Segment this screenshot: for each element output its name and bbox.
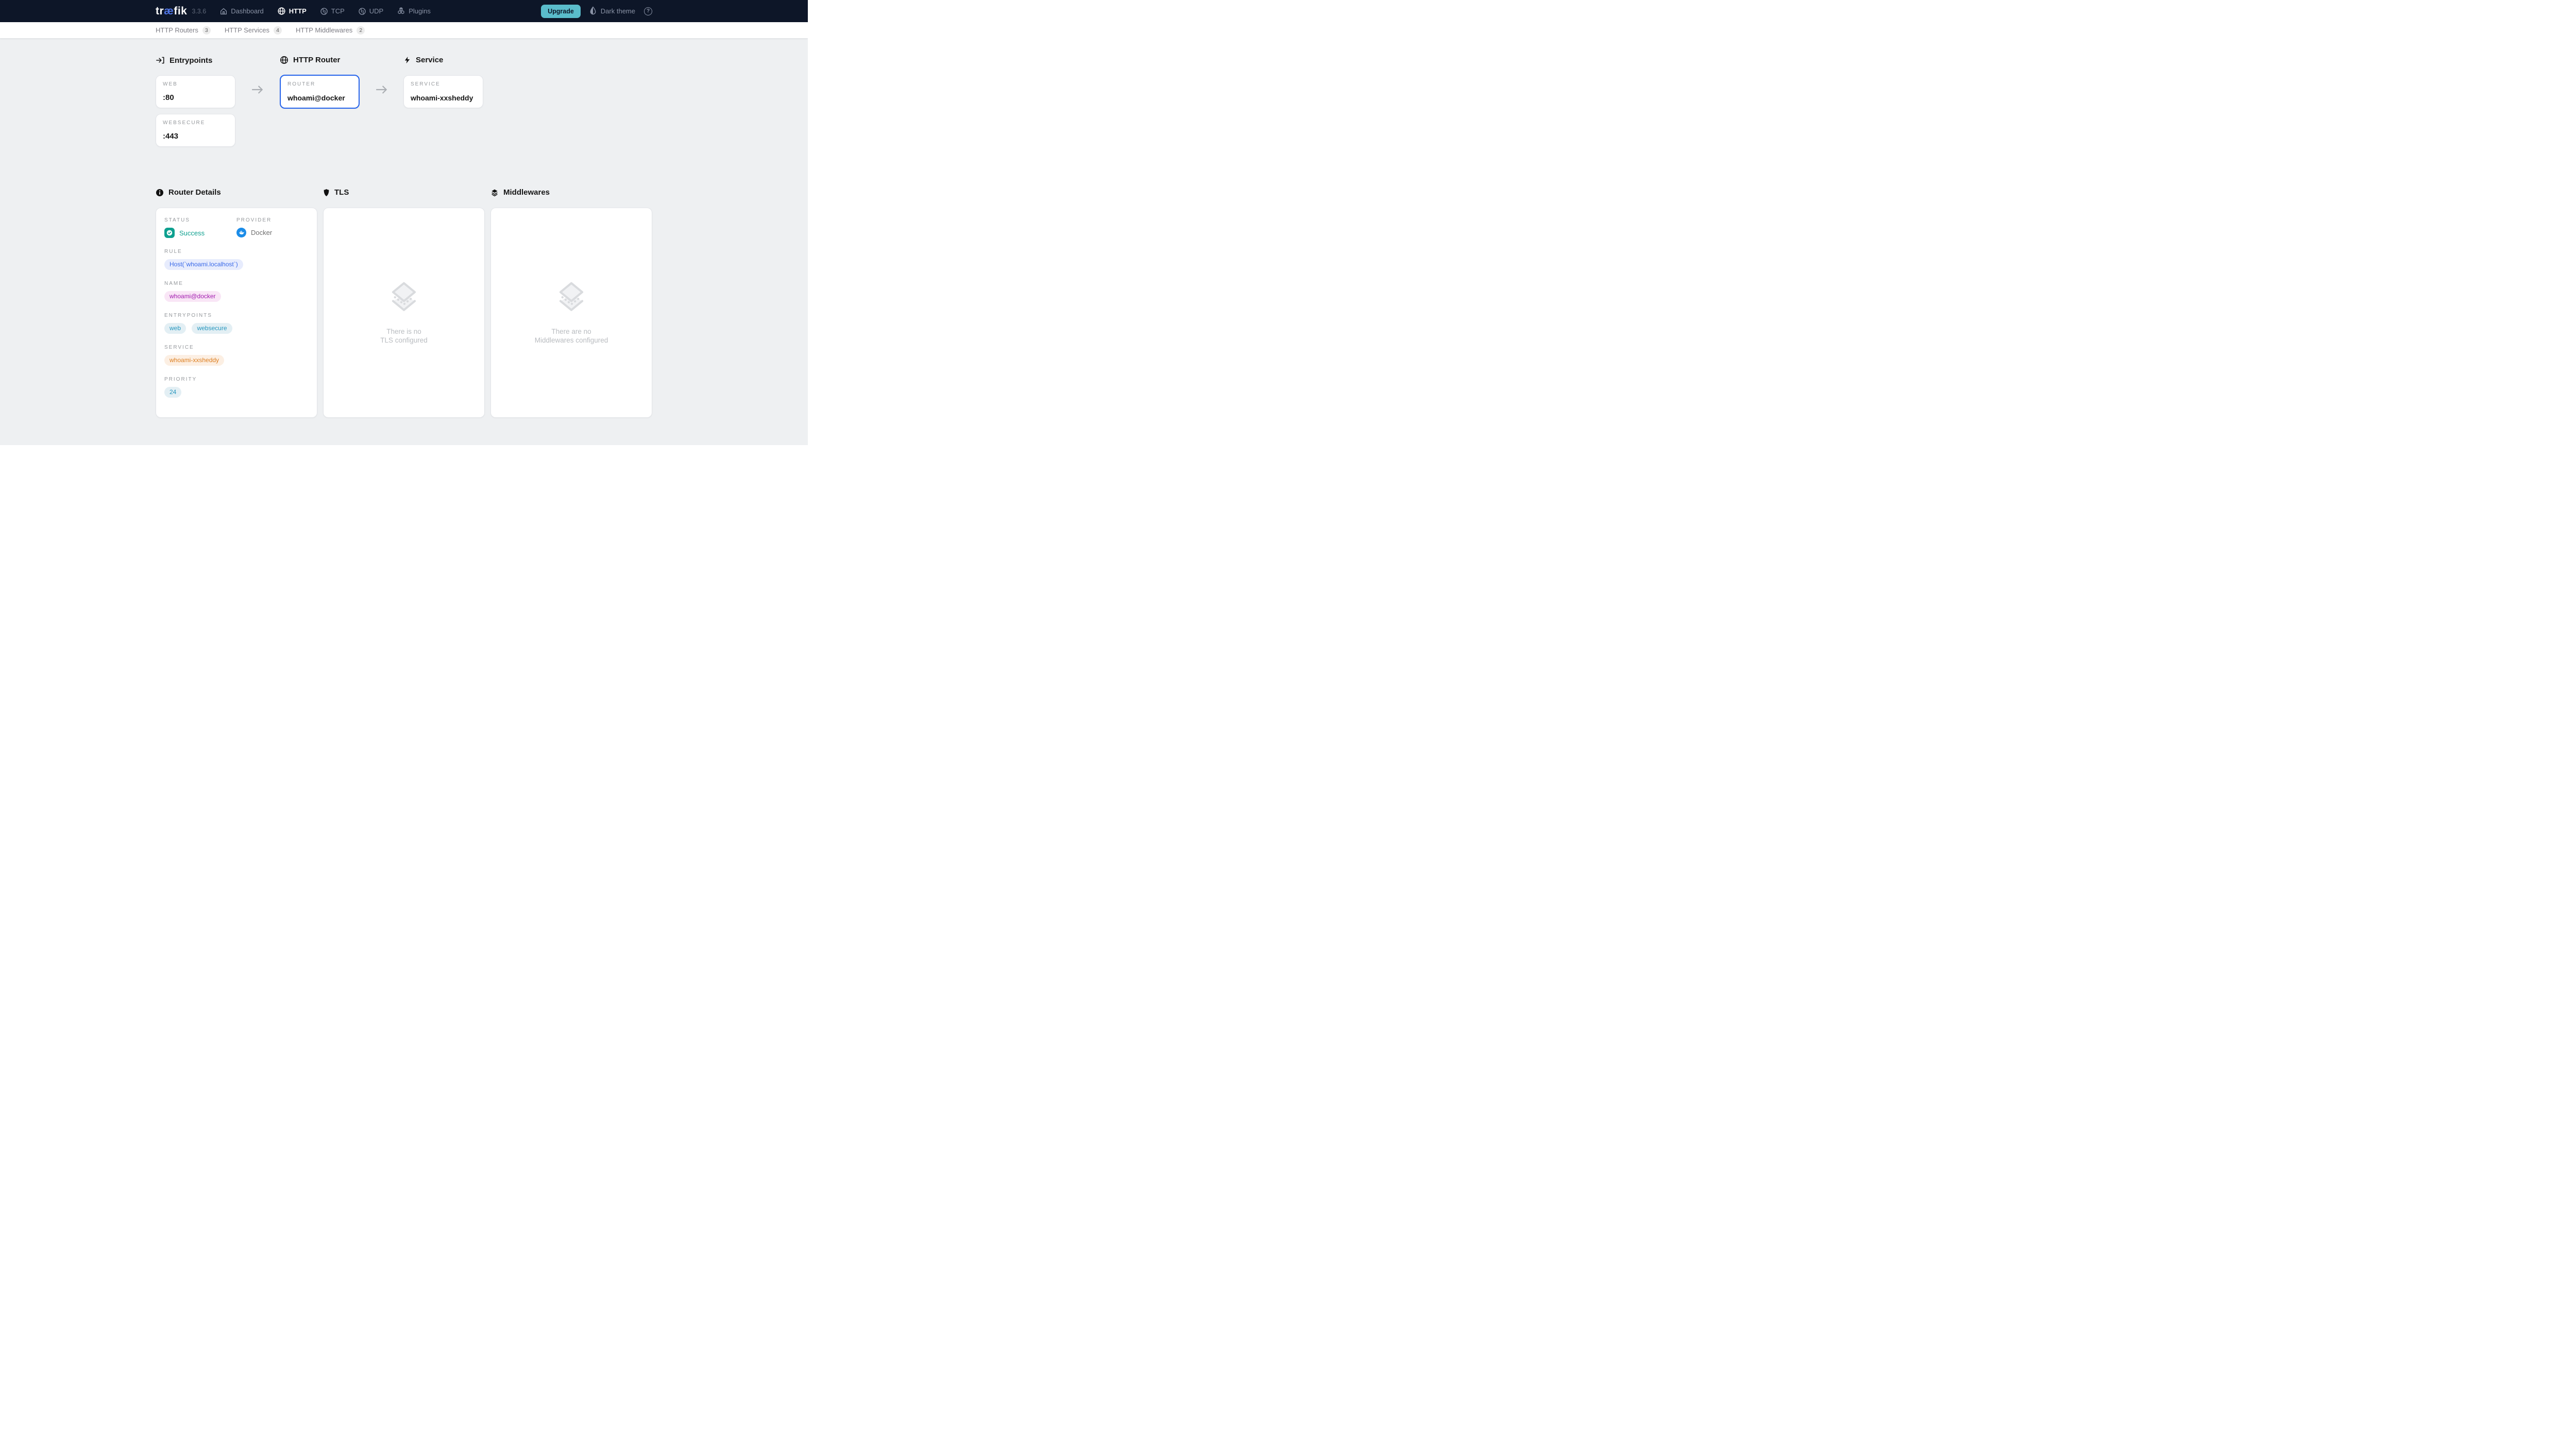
entrypoints-icon [156, 56, 165, 65]
tab-http-services[interactable]: HTTP Services 4 [225, 26, 282, 35]
router-details-title: Router Details [156, 188, 221, 197]
middlewares-title: Middlewares [490, 188, 550, 197]
info-icon [156, 189, 164, 197]
logo-text-2: fik [174, 5, 187, 17]
entrypoint-card-websecure: WEBSECURE :443 [156, 114, 235, 147]
service-section-title: Service [403, 56, 443, 64]
service-card[interactable]: SERVICE whoami-xxsheddy [403, 75, 483, 108]
entrypoint-badge-websecure: websecure [192, 323, 232, 334]
help-icon[interactable]: ? [644, 7, 652, 15]
service-badge: whoami-xxsheddy [164, 355, 224, 366]
nav-item-udp[interactable]: UDP [358, 7, 383, 15]
section-tabbar: HTTP Routers 3 HTTP Services 4 HTTP Midd… [0, 22, 808, 39]
theme-label: Dark theme [601, 7, 635, 15]
shield-icon [323, 189, 330, 197]
flow-arrow-icon [251, 83, 264, 99]
middlewares-empty-message: There are no Middlewares configured [535, 327, 608, 345]
provider-value: Docker [251, 229, 272, 236]
docker-icon [236, 228, 246, 237]
lightning-icon [403, 56, 411, 64]
upgrade-button[interactable]: Upgrade [541, 5, 581, 18]
droplet-icon [589, 6, 597, 16]
rule-badge: Host(`whoami.localhost`) [164, 259, 243, 270]
empty-layers-icon [555, 281, 587, 316]
tab-http-middlewares[interactable]: HTTP Middlewares 2 [296, 26, 365, 35]
nav-item-tcp[interactable]: TCP [320, 7, 345, 15]
logo-ae: æ [164, 5, 174, 17]
router-name-badge: whoami@docker [164, 291, 221, 302]
nav-item-plugins[interactable]: Plugins [397, 7, 431, 15]
status-value: Success [179, 229, 205, 237]
entrypoints-section-title: Entrypoints [156, 56, 212, 65]
tls-empty-message: There is no TLS configured [380, 327, 428, 345]
udp-icon [358, 7, 366, 15]
main-nav: Dashboard HTTP TCP [219, 7, 431, 15]
nav-item-http[interactable]: HTTP [277, 7, 307, 15]
layers-icon [490, 189, 499, 197]
nav-item-dashboard[interactable]: Dashboard [219, 7, 264, 15]
tls-panel: There is no TLS configured [323, 208, 485, 418]
tls-title: TLS [323, 188, 349, 197]
logo-text: tr [156, 5, 164, 17]
cubes-icon [397, 7, 405, 15]
priority-badge: 24 [164, 387, 181, 398]
traefik-dashboard: træfik 3.3.6 Dashboard HTTP [0, 0, 808, 445]
router-details-panel: STATUS Success PROVIDER [156, 208, 317, 418]
traefik-logo[interactable]: træfik [156, 5, 187, 18]
theme-toggle[interactable]: Dark theme [589, 6, 635, 16]
tab-http-routers[interactable]: HTTP Routers 3 [156, 26, 211, 35]
globe-icon [280, 56, 289, 64]
home-icon [219, 7, 228, 15]
tcp-icon [320, 7, 328, 15]
flow-arrow-icon [375, 83, 388, 99]
middlewares-panel: There are no Middlewares configured [490, 208, 652, 418]
top-navbar: træfik 3.3.6 Dashboard HTTP [0, 0, 808, 22]
empty-layers-icon [388, 281, 420, 316]
globe-icon [277, 7, 286, 15]
main-content: Entrypoints HTTP Router Service WEB :80 [0, 39, 808, 445]
entrypoint-card-web: WEB :80 [156, 75, 235, 108]
entrypoint-badge-web: web [164, 323, 186, 334]
success-check-icon [164, 228, 175, 238]
routers-count-badge: 3 [202, 26, 211, 35]
router-section-title: HTTP Router [280, 56, 340, 64]
services-count-badge: 4 [274, 26, 282, 35]
middlewares-count-badge: 2 [357, 26, 365, 35]
router-card[interactable]: ROUTER whoami@docker [280, 75, 360, 109]
version-label: 3.3.6 [192, 8, 206, 15]
